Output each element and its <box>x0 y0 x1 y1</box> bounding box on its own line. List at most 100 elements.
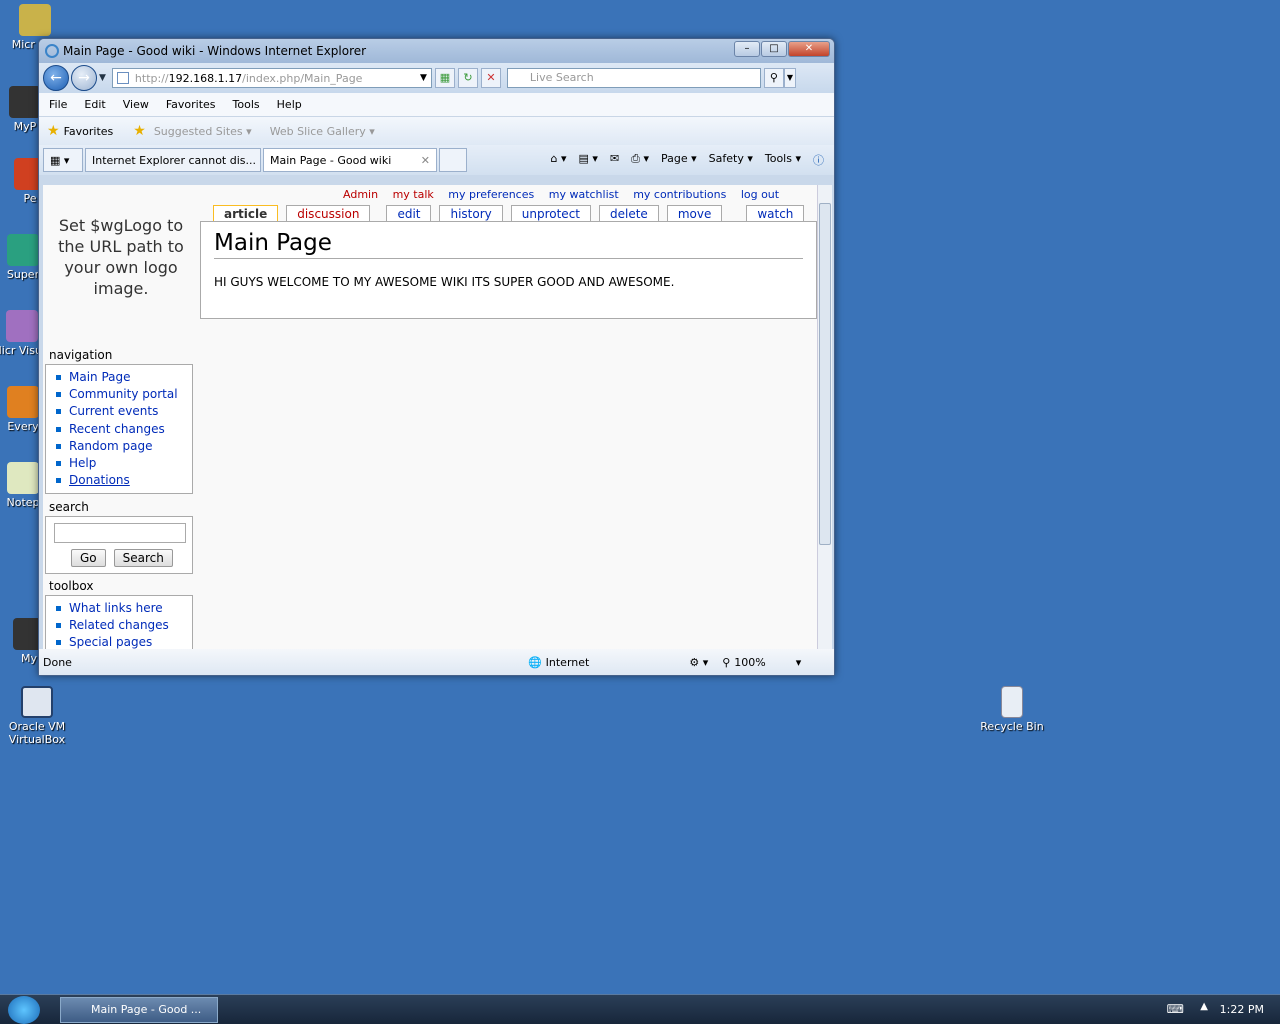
page-content: Admin my talk my preferences my watchlis… <box>43 185 817 651</box>
log-out-link[interactable]: log out <box>741 188 779 201</box>
my-watchlist-link[interactable]: my watchlist <box>549 188 619 201</box>
app-icon <box>7 234 39 266</box>
safety-menu[interactable]: Safety ▾ <box>709 152 753 168</box>
menu-favorites[interactable]: Favorites <box>166 98 216 111</box>
menu-bar: File Edit View Favorites Tools Help <box>39 93 834 117</box>
outlook-icon <box>19 4 51 36</box>
tab-move[interactable]: move <box>666 205 723 222</box>
stop-button[interactable]: ✕ <box>480 68 501 88</box>
ie-icon <box>45 44 59 58</box>
tab-main-page[interactable]: Main Page - Good wiki ✕ <box>263 148 437 172</box>
nav-current-events[interactable]: Current events <box>56 403 192 420</box>
ie-window: Main Page - Good wiki - Windows Internet… <box>38 38 835 676</box>
protected-mode-icon[interactable]: ⚙ ▾ <box>689 656 708 669</box>
article-text: HI GUYS WELCOME TO MY AWESOME WIKI ITS S… <box>214 275 675 289</box>
tab-history[interactable]: history <box>439 205 503 222</box>
navigation-portlet: navigation Main Page Community portal Cu… <box>45 348 193 495</box>
clock[interactable]: 1:22 PM <box>1220 1003 1264 1016</box>
zoom-dropdown-icon[interactable]: ▾ <box>796 656 802 669</box>
tab-edit[interactable]: edit <box>386 205 432 222</box>
feeds-icon[interactable]: ▤ ▾ <box>579 152 598 168</box>
nav-random-page[interactable]: Random page <box>56 438 192 455</box>
nav-recent-changes[interactable]: Recent changes <box>56 421 192 438</box>
page-title: Main Page <box>214 230 803 259</box>
user-page-link[interactable]: Admin <box>343 188 378 201</box>
suggested-sites-button[interactable]: Suggested Sites ▾ <box>154 125 252 138</box>
tools-menu[interactable]: Tools ▾ <box>765 152 801 168</box>
zoom-level[interactable]: 100% <box>734 656 765 669</box>
status-text: Done <box>43 655 72 669</box>
maximize-button[interactable]: □ <box>761 41 787 57</box>
keyboard-icon[interactable]: ⌨ <box>1167 1002 1184 1016</box>
tab-delete[interactable]: delete <box>599 205 659 222</box>
forward-button[interactable]: → <box>71 65 97 91</box>
quick-tabs-button[interactable]: ▦ ▾ <box>43 148 83 172</box>
search-options-icon[interactable]: ▼ <box>783 68 796 88</box>
window-titlebar[interactable]: Main Page - Good wiki - Windows Internet… <box>39 39 834 63</box>
app-icon <box>6 310 38 342</box>
address-field[interactable]: http://192.168.1.17/index.php/Main_Page … <box>111 68 432 88</box>
wiki-search-input[interactable] <box>54 523 186 543</box>
menu-help[interactable]: Help <box>277 98 302 111</box>
my-talk-link[interactable]: my talk <box>393 188 434 201</box>
history-dropdown-icon[interactable]: ▼ <box>99 73 106 83</box>
my-preferences-link[interactable]: my preferences <box>448 188 534 201</box>
tool-related-changes[interactable]: Related changes <box>56 617 192 634</box>
tab-unprotect[interactable]: unprotect <box>510 205 591 222</box>
web-slice-gallery-button[interactable]: Web Slice Gallery ▾ <box>270 125 375 138</box>
print-icon[interactable]: ⎙ ▾ <box>631 152 649 168</box>
go-button[interactable]: Go <box>71 549 106 567</box>
tab-article[interactable]: article <box>213 205 279 222</box>
recycle-bin-icon <box>1001 686 1023 718</box>
close-tab-icon[interactable]: ✕ <box>421 154 430 167</box>
toolbox-portlet: toolbox What links here Related changes … <box>45 579 193 651</box>
status-bar: Done 🌐 Internet ⚙ ▾ ⚲ 100% ▾ <box>39 649 834 675</box>
home-icon[interactable]: ⌂ ▾ <box>551 152 567 168</box>
virtualbox-icon <box>21 686 53 718</box>
my-contributions-link[interactable]: my contributions <box>633 188 726 201</box>
search-portlet: search Go Search <box>45 500 193 574</box>
taskbar: Main Page - Good ... ⌨ ▲ 1:22 PM <box>0 994 1280 1024</box>
search-icon[interactable]: ⚲ <box>763 68 784 88</box>
help-icon[interactable]: ⓘ <box>813 152 824 168</box>
desktop-icon-virtualbox[interactable]: Oracle VM VirtualBox <box>2 686 72 746</box>
wiki-logo[interactable]: Set $wgLogo to the URL path to your own … <box>51 215 191 315</box>
back-button[interactable]: ← <box>43 65 69 91</box>
page-menu[interactable]: Page ▾ <box>661 152 697 168</box>
favorites-bar: ★ Favorites ★ Suggested Sites ▾ Web Slic… <box>39 117 834 145</box>
mail-icon[interactable]: ✉ <box>610 152 619 168</box>
menu-edit[interactable]: Edit <box>84 98 105 111</box>
menu-view[interactable]: View <box>123 98 149 111</box>
menu-tools[interactable]: Tools <box>233 98 260 111</box>
desktop-icon-recycle-bin[interactable]: Recycle Bin <box>977 686 1047 733</box>
toolbox-title: toolbox <box>49 579 94 593</box>
tool-what-links-here[interactable]: What links here <box>56 600 192 617</box>
tab-watch[interactable]: watch <box>746 205 805 222</box>
nav-community-portal[interactable]: Community portal <box>56 386 192 403</box>
refresh-button[interactable]: ↻ <box>457 68 478 88</box>
search-button[interactable]: Search <box>113 549 173 567</box>
address-dropdown-icon[interactable]: ▼ <box>420 73 427 83</box>
show-hidden-icons[interactable]: ▲ <box>1200 1001 1208 1012</box>
tab-discussion[interactable]: discussion <box>286 205 371 222</box>
globe-icon: 🌐 <box>527 655 542 669</box>
search-title: search <box>49 500 89 514</box>
favorites-button[interactable]: Favorites <box>64 125 114 138</box>
add-favorite-icon[interactable]: ★ <box>133 123 146 139</box>
vertical-scrollbar[interactable] <box>817 185 832 651</box>
minimize-button[interactable]: – <box>734 41 760 57</box>
content-actions: article discussion edit history unprotec… <box>213 205 812 222</box>
nav-donations[interactable]: Donations <box>56 472 192 489</box>
close-button[interactable]: ✕ <box>788 41 830 57</box>
search-input[interactable]: Live Search <box>506 68 761 88</box>
compatibility-button[interactable]: ▦ <box>434 68 455 88</box>
nav-main-page[interactable]: Main Page <box>56 369 192 386</box>
tab-ie-error[interactable]: Internet Explorer cannot dis... <box>85 148 261 172</box>
menu-file[interactable]: File <box>49 98 67 111</box>
taskbar-ie-button[interactable]: Main Page - Good ... <box>60 997 218 1023</box>
zoom-icon[interactable]: ⚲ <box>722 656 730 669</box>
scrollbar-thumb[interactable] <box>819 203 831 545</box>
new-tab-button[interactable] <box>439 148 467 172</box>
nav-help[interactable]: Help <box>56 455 192 472</box>
start-button[interactable] <box>8 996 40 1024</box>
